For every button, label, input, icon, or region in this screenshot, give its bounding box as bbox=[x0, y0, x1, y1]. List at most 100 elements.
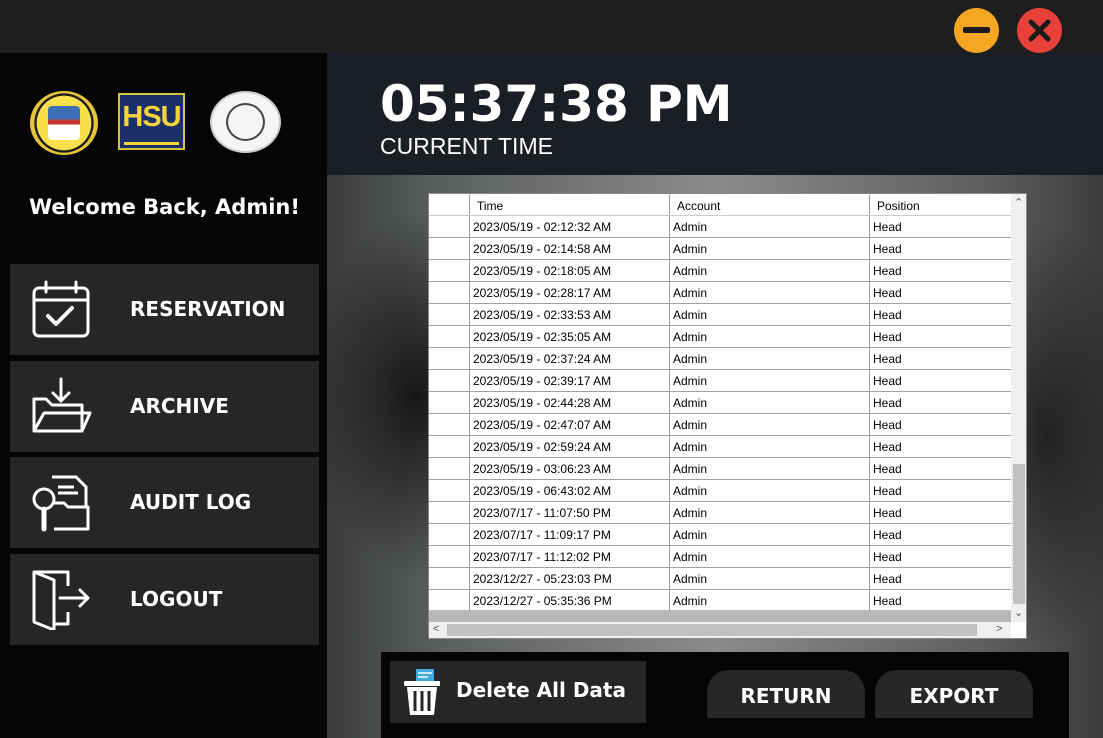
cell-account: Admin bbox=[673, 528, 708, 542]
table-row[interactable]: 2023/05/19 - 02:18:05 AM Admin Head bbox=[429, 260, 1011, 282]
cell-account: Admin bbox=[673, 220, 708, 234]
cell-time: 2023/07/17 - 11:09:17 PM bbox=[473, 528, 611, 542]
title-bar bbox=[0, 0, 1103, 53]
trash-icon bbox=[404, 669, 440, 715]
cell-time: 2023/07/17 - 11:07:50 PM bbox=[473, 506, 611, 520]
cell-time: 2023/05/19 - 02:28:17 AM bbox=[473, 286, 612, 300]
return-label: RETURN bbox=[740, 684, 832, 708]
table-row[interactable]: 2023/05/19 - 02:12:32 AM Admin Head bbox=[429, 216, 1011, 238]
vertical-scroll-thumb[interactable] bbox=[1013, 464, 1025, 604]
return-button[interactable]: RETURN bbox=[707, 670, 865, 718]
close-icon[interactable] bbox=[1017, 8, 1062, 53]
cell-account: Admin bbox=[673, 506, 708, 520]
cell-time: 2023/05/19 - 02:44:28 AM bbox=[473, 396, 612, 410]
nav-audit-log-label: AUDIT LOG bbox=[130, 490, 252, 514]
table-row[interactable]: 2023/12/27 - 05:35:36 PM Admin Head bbox=[429, 590, 1011, 612]
table-row[interactable]: 2023/05/19 - 02:39:17 AM Admin Head bbox=[429, 370, 1011, 392]
table-row[interactable]: 2023/05/19 - 03:06:23 AM Admin Head bbox=[429, 458, 1011, 480]
cell-account: Admin bbox=[673, 550, 708, 564]
cell-time: 2023/05/19 - 02:39:17 AM bbox=[473, 374, 612, 388]
cell-account: Admin bbox=[673, 484, 708, 498]
cell-account: Admin bbox=[673, 308, 708, 322]
table-row[interactable]: 2023/05/19 - 02:33:53 AM Admin Head bbox=[429, 304, 1011, 326]
cell-position: Head bbox=[873, 572, 902, 586]
cell-account: Admin bbox=[673, 286, 708, 300]
cell-position: Head bbox=[873, 506, 902, 520]
cell-account: Admin bbox=[673, 572, 708, 586]
cell-time: 2023/05/19 - 02:59:24 AM bbox=[473, 440, 612, 454]
delete-all-data-button[interactable]: Delete All Data bbox=[390, 661, 646, 723]
cell-time: 2023/05/19 - 02:14:58 AM bbox=[473, 242, 612, 256]
cell-time: 2023/05/19 - 02:47:07 AM bbox=[473, 418, 612, 432]
cell-account: Admin bbox=[673, 374, 708, 388]
cell-time: 2023/05/19 - 02:18:05 AM bbox=[473, 264, 612, 278]
nav-archive-label: ARCHIVE bbox=[130, 394, 229, 418]
table-row[interactable]: 2023/05/19 - 02:44:28 AM Admin Head bbox=[429, 392, 1011, 414]
nav-archive-button[interactable]: ARCHIVE bbox=[10, 361, 319, 452]
university-seal-logo bbox=[30, 91, 98, 155]
cell-position: Head bbox=[873, 396, 902, 410]
nav-reservation-button[interactable]: RESERVATION bbox=[10, 264, 319, 355]
horizontal-scroll-thumb[interactable] bbox=[447, 624, 977, 636]
table-row[interactable]: 2023/07/17 - 11:12:02 PM Admin Head bbox=[429, 546, 1011, 568]
table-row[interactable]: 2023/05/19 - 02:28:17 AM Admin Head bbox=[429, 282, 1011, 304]
nav-audit-log-button[interactable]: AUDIT LOG bbox=[10, 457, 319, 548]
cell-position: Head bbox=[873, 528, 902, 542]
table-row[interactable]: 2023/05/19 - 02:37:24 AM Admin Head bbox=[429, 348, 1011, 370]
cell-time: 2023/07/17 - 11:12:02 PM bbox=[473, 550, 611, 564]
cell-time: 2023/05/19 - 02:12:32 AM bbox=[473, 220, 612, 234]
table-row[interactable]: 2023/05/19 - 02:35:05 AM Admin Head bbox=[429, 326, 1011, 348]
scroll-up-icon[interactable]: ⌃ bbox=[1014, 196, 1023, 209]
audit-log-icon bbox=[32, 475, 90, 532]
calendar-check-icon bbox=[32, 280, 90, 338]
table-row[interactable]: 2023/07/17 - 11:07:50 PM Admin Head bbox=[429, 502, 1011, 524]
column-header-time[interactable]: Time bbox=[477, 199, 503, 213]
current-time-value: 05:37:38 PM bbox=[380, 75, 733, 133]
table-row[interactable]: 2023/05/19 - 02:47:07 AM Admin Head bbox=[429, 414, 1011, 436]
hsu-logo: HSU bbox=[118, 93, 185, 150]
nav-logout-button[interactable]: LOGOUT bbox=[10, 554, 319, 645]
table-row[interactable]: 2023/05/19 - 02:59:24 AM Admin Head bbox=[429, 436, 1011, 458]
export-button[interactable]: EXPORT bbox=[875, 670, 1033, 718]
scroll-down-icon[interactable]: ⌄ bbox=[1014, 606, 1023, 619]
table-row[interactable]: 2023/12/27 - 05:23:03 PM Admin Head bbox=[429, 568, 1011, 590]
vertical-scrollbar[interactable]: ⌃ ⌄ bbox=[1011, 194, 1026, 622]
cell-position: Head bbox=[873, 352, 902, 366]
cell-position: Head bbox=[873, 308, 902, 322]
cell-time: 2023/05/19 - 06:43:02 AM bbox=[473, 484, 612, 498]
cell-time: 2023/12/27 - 05:23:03 PM bbox=[473, 572, 612, 586]
audit-log-table[interactable]: Time Account Position 2023/05/19 - 02:12… bbox=[428, 193, 1027, 639]
cell-position: Head bbox=[873, 418, 902, 432]
cell-account: Admin bbox=[673, 462, 708, 476]
cell-position: Head bbox=[873, 220, 902, 234]
table-row[interactable]: 2023/05/19 - 06:43:02 AM Admin Head bbox=[429, 480, 1011, 502]
cell-account: Admin bbox=[673, 440, 708, 454]
table-row[interactable]: 2023/05/19 - 02:14:58 AM Admin Head bbox=[429, 238, 1011, 260]
sidebar: HSU Welcome Back, Admin! RESERVATION ARC… bbox=[0, 53, 327, 738]
current-time-label: CURRENT TIME bbox=[380, 133, 553, 159]
column-header-position[interactable]: Position bbox=[877, 199, 920, 213]
table-row[interactable]: 2023/07/17 - 11:09:17 PM Admin Head bbox=[429, 524, 1011, 546]
cell-position: Head bbox=[873, 330, 902, 344]
welcome-text: Welcome Back, Admin! bbox=[29, 195, 300, 219]
cell-time: 2023/05/19 - 03:06:23 AM bbox=[473, 462, 612, 476]
cell-position: Head bbox=[873, 440, 902, 454]
export-label: EXPORT bbox=[909, 684, 999, 708]
minimize-icon[interactable] bbox=[954, 8, 999, 53]
horizontal-scrollbar[interactable]: < > bbox=[429, 622, 1011, 638]
cell-account: Admin bbox=[673, 418, 708, 432]
scroll-left-icon[interactable]: < bbox=[433, 623, 439, 635]
table-rows: 2023/05/19 - 02:12:32 AM Admin Head 2023/05… bbox=[429, 216, 1011, 612]
cell-account: Admin bbox=[673, 352, 708, 366]
clock-header: 05:37:38 PM CURRENT TIME bbox=[327, 53, 1103, 175]
fitness-center-logo bbox=[210, 91, 281, 153]
cell-account: Admin bbox=[673, 396, 708, 410]
cell-position: Head bbox=[873, 484, 902, 498]
cell-position: Head bbox=[873, 242, 902, 256]
column-header-account[interactable]: Account bbox=[677, 199, 720, 213]
action-bar: Delete All Data RETURN EXPORT bbox=[381, 652, 1069, 738]
scroll-right-icon[interactable]: > bbox=[996, 623, 1002, 635]
cell-account: Admin bbox=[673, 330, 708, 344]
cell-time: 2023/05/19 - 02:35:05 AM bbox=[473, 330, 612, 344]
table-empty-area bbox=[429, 610, 1011, 622]
